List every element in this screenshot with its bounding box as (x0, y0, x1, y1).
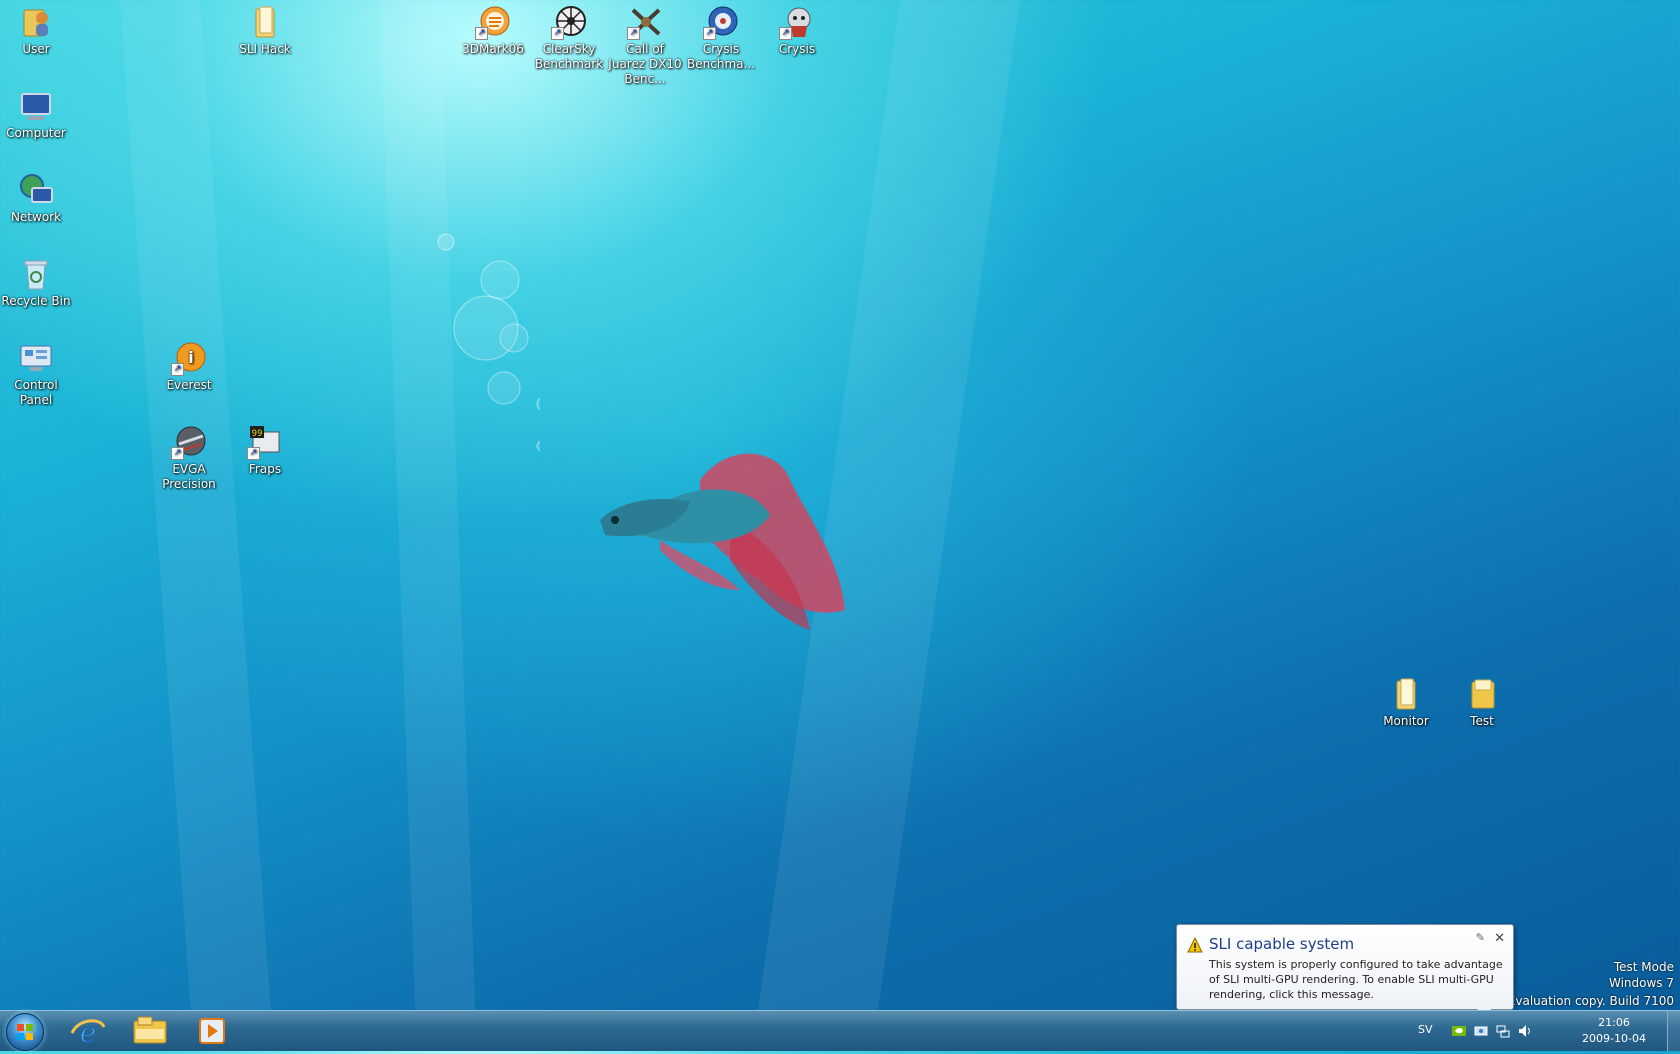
internet-explorer-icon: e (70, 1016, 106, 1050)
wallpaper-fish (600, 453, 845, 630)
warning-icon (1187, 937, 1203, 953)
desktop-icon-label: Crysis (778, 42, 816, 56)
shortcut-arrow-icon: ↗ (703, 27, 716, 40)
desktop-icon-sli-hack[interactable]: SLI Hack (227, 4, 303, 57)
recycle-bin-icon (18, 256, 54, 292)
desktop-icon-label: Crysis Benchma... (687, 42, 755, 71)
shortcut-arrow-icon: ↗ (247, 447, 260, 460)
user-folder-icon (18, 4, 54, 40)
desktop-icon-test[interactable]: Test (1444, 676, 1520, 729)
everest-icon: i ↗ (171, 340, 207, 376)
crysis-benchmark-icon: ↗ (703, 4, 739, 40)
taskbar-internet-explorer[interactable]: e (64, 1013, 112, 1050)
shortcut-arrow-icon: ↗ (171, 447, 184, 460)
watermark-line: Test Mode (1613, 960, 1674, 974)
test-mode-watermark: Test Mode Windows 7 Evaluation copy. Bui… (1508, 959, 1674, 1009)
svg-text:i: i (188, 348, 193, 367)
wallpaper-ray (120, 0, 274, 1050)
notification-message: This system is properly configured to ta… (1209, 958, 1503, 1001)
wallpaper-bubbles (437, 233, 540, 452)
notification-title: SLI capable system (1209, 935, 1355, 953)
desktop-icon-call-of-juarez[interactable]: ↗ Call of Juarez DX10 Benc... (607, 4, 683, 87)
desktop-icon-computer[interactable]: Computer (0, 88, 74, 141)
shortcut-arrow-icon: ↗ (551, 27, 564, 40)
clock-date: 2009-10-04 (1582, 1032, 1646, 1045)
desktop-icon-label: ClearSky Benchmark (534, 42, 604, 71)
call-of-juarez-icon: ↗ (627, 4, 663, 40)
desktop-icon-label: Everest (166, 378, 212, 392)
desktop-icon-label: Call of Juarez DX10 Benc... (608, 42, 682, 86)
desktop-icon-label: Monitor (1383, 714, 1429, 728)
wallpaper-ray (380, 0, 477, 1050)
desktop-icon-crysis[interactable]: ↗ Crysis (759, 4, 835, 57)
desktop-icon-label: EVGA Precision (162, 462, 216, 491)
shortcut-arrow-icon: ↗ (779, 27, 792, 40)
sli-notification-balloon[interactable]: SLI capable system ✎ ✕ This system is pr… (1176, 924, 1514, 1021)
watermark-line: Evaluation copy. Build 7100 (1507, 994, 1674, 1008)
3dmark06-icon: ↗ (475, 4, 511, 40)
volume-icon[interactable] (1518, 1024, 1532, 1038)
taskbar: e SV 21:06 2009-10-04 (0, 1010, 1680, 1051)
computer-icon (18, 88, 54, 124)
taskbar-clock[interactable]: 21:06 2009-10-04 (1574, 1015, 1654, 1047)
desktop-icon-label: 3DMark06 (462, 42, 524, 56)
language-indicator[interactable]: SV (1418, 1023, 1433, 1036)
fraps-icon: 99 ↗ (247, 424, 283, 460)
action-center-icon[interactable] (1474, 1024, 1488, 1038)
crysis-icon: ↗ (779, 4, 815, 40)
shortcut-arrow-icon: ↗ (171, 363, 184, 376)
desktop-icon-recycle-bin[interactable]: Recycle Bin (0, 256, 74, 309)
desktop-icon-label: Control Panel (14, 378, 58, 407)
clearsky-icon: ↗ (551, 4, 587, 40)
network-icon (18, 172, 54, 208)
desktop-icon-control-panel[interactable]: Control Panel (0, 340, 74, 408)
system-tray: SV 21:06 2009-10-04 (1400, 1011, 1680, 1051)
shortcut-arrow-icon: ↗ (627, 27, 640, 40)
windows-logo-icon (17, 1024, 33, 1040)
desktop-icon-fraps[interactable]: 99 ↗ Fraps (227, 424, 303, 477)
start-button[interactable] (6, 1013, 44, 1051)
desktop-icon-label: SLI Hack (239, 42, 291, 56)
desktop-icon-crysis-benchmark[interactable]: ↗ Crysis Benchma... (683, 4, 759, 72)
desktop-icon-clearsky[interactable]: ↗ ClearSky Benchmark (531, 4, 607, 72)
desktop-icon-network[interactable]: Network (0, 172, 74, 225)
options-icon[interactable]: ✎ (1476, 931, 1485, 944)
watermark-line: Windows 7 (1608, 976, 1674, 990)
desktop-icon-label: Computer (6, 126, 66, 140)
nvidia-tray-icon[interactable] (1452, 1024, 1466, 1038)
media-player-icon (199, 1018, 225, 1044)
desktop-icon-label: Recycle Bin (1, 294, 71, 308)
taskbar-media-player[interactable] (188, 1013, 236, 1049)
desktop-icon-label: Test (1470, 714, 1494, 728)
close-icon[interactable]: ✕ (1494, 931, 1505, 946)
evga-precision-icon: ↗ (171, 424, 207, 460)
control-panel-icon (18, 340, 54, 376)
windows-explorer-icon (133, 1016, 167, 1044)
folder-icon (1464, 676, 1500, 712)
folder-icon (247, 4, 283, 40)
desktop-icon-label: Fraps (248, 462, 282, 476)
clock-time: 21:06 (1598, 1016, 1630, 1029)
desktop-icon-label: Network (10, 210, 62, 224)
desktop-icon-everest[interactable]: i ↗ Everest (151, 340, 227, 393)
svg-text:99: 99 (252, 429, 263, 439)
network-tray-icon[interactable] (1496, 1024, 1510, 1038)
show-desktop-button[interactable] (1667, 1011, 1680, 1051)
shortcut-arrow-icon: ↗ (475, 27, 488, 40)
folder-icon (1388, 676, 1424, 712)
desktop-icon-label: User (22, 42, 50, 56)
desktop-icon-evga-precision[interactable]: ↗ EVGA Precision (151, 424, 227, 492)
taskbar-windows-explorer[interactable] (126, 1013, 174, 1049)
desktop-icon-monitor[interactable]: Monitor (1368, 676, 1444, 729)
desktop-icon-3dmark06[interactable]: ↗ 3DMark06 (455, 4, 531, 57)
desktop-icon-user[interactable]: User (0, 4, 74, 57)
